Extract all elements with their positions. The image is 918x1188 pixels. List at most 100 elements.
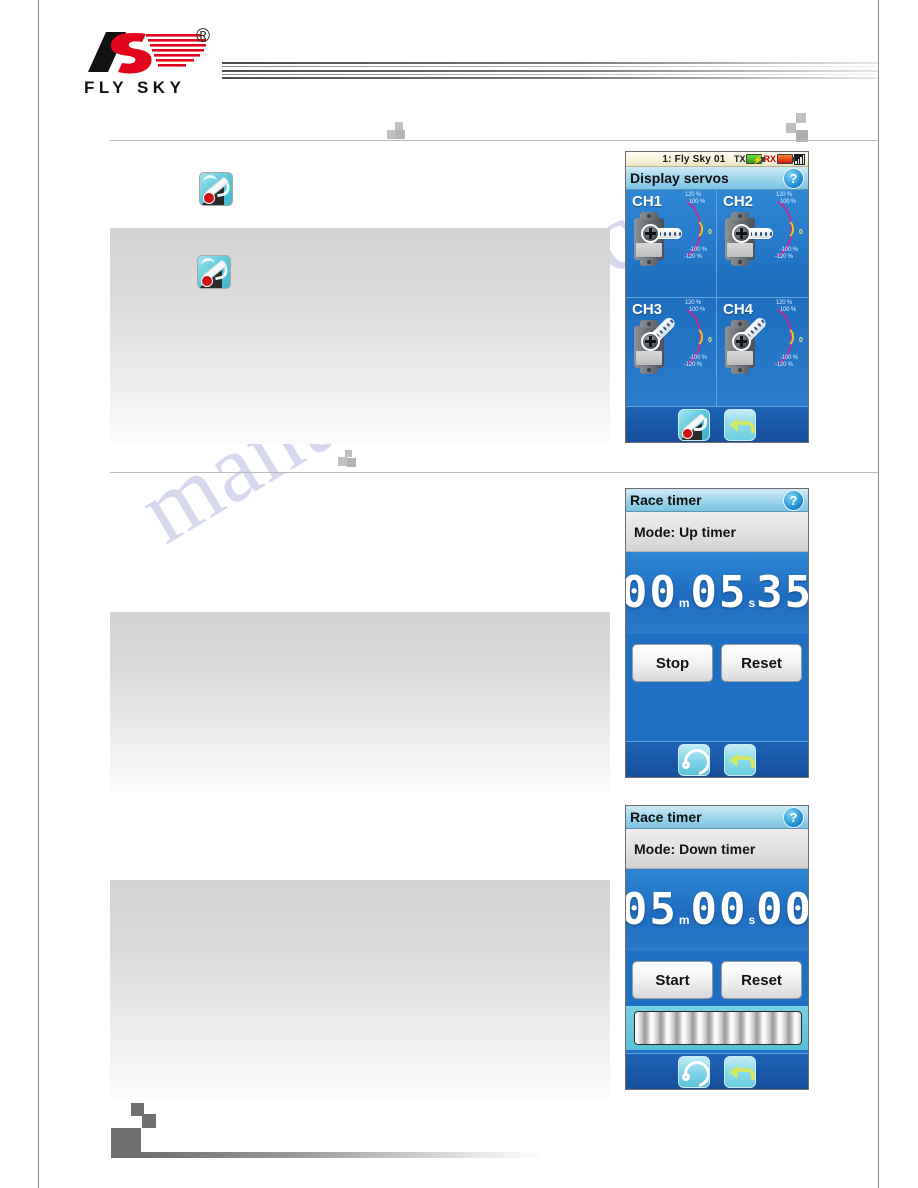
servo-hub (641, 224, 660, 243)
footer-rule (141, 1152, 541, 1158)
deco-square (396, 130, 405, 139)
screen-toolbar (626, 406, 808, 442)
timer-readout: 00 m 05 s 35 (626, 552, 808, 634)
timer-second-unit: s (748, 913, 756, 927)
scale-label-top-lo: 100 % (780, 199, 797, 205)
timer-minutes: 00 (625, 567, 678, 618)
scale-label-top-hi: 120 % (776, 192, 793, 198)
scale-label-top-lo: 100 % (780, 307, 797, 313)
reset-icon-button[interactable] (678, 1055, 710, 1088)
timer-minute-unit: m (678, 596, 690, 610)
timer-reset-button[interactable]: Reset (721, 961, 802, 999)
scale-label-zero: 0 (708, 229, 712, 236)
timer-readout: 05 m 00 s 00 (626, 869, 808, 951)
timer-start-stop-button[interactable]: Start (632, 961, 713, 999)
tx-label: TX (733, 154, 746, 164)
timer-hundredths: 00 (756, 884, 809, 935)
display-servos-icon (199, 172, 233, 206)
timer-minute-unit: m (678, 913, 690, 927)
lcd-race-timer-up: Race timer ? Mode: Up timer 00 m 05 s 35… (625, 488, 809, 778)
screen-toolbar (626, 741, 808, 777)
screen-title-bar: Display servos ? (626, 167, 808, 190)
deco-square-footer (111, 1128, 141, 1158)
servo-hub (732, 224, 751, 243)
back-button[interactable] (724, 743, 756, 776)
header-rule-5 (222, 77, 878, 79)
section-divider-mid (110, 472, 878, 473)
timer-button-row: Stop Reset (626, 644, 808, 682)
scroll-wheel[interactable] (634, 1011, 802, 1045)
flysky-logo-text: FLY SKY (84, 78, 186, 97)
deco-square (347, 458, 356, 467)
page-title: Display servos (630, 170, 729, 186)
scale-label-bot-lo: -100 % (780, 247, 798, 253)
lcd-race-timer-down: Race timer ? Mode: Down timer 05 m 00 s … (625, 805, 809, 1090)
tx-battery-icon: ⚡ (746, 154, 765, 165)
scale-label-bot-hi: -120 % (684, 362, 702, 368)
scale-label-bot-lo: -100 % (689, 355, 707, 361)
screen-title-bar: Race timer ? (626, 806, 808, 829)
scale-label-top-hi: 120 % (685, 192, 702, 198)
back-button[interactable] (724, 408, 756, 441)
scale-label-top-hi: 120 % (685, 300, 702, 306)
timer-start-stop-button[interactable]: Stop (632, 644, 713, 682)
servo-grid: CH1 120 % 100 % 0 -100 % -120 % CH2 120 … (626, 190, 808, 406)
deco-square (786, 123, 796, 133)
screen-title-bar: Race timer ? (626, 489, 808, 512)
servo-reset-button[interactable] (678, 408, 710, 441)
deco-square (345, 450, 352, 457)
channel-label: CH4 (723, 301, 754, 318)
channel-label: CH1 (632, 193, 663, 210)
rx-label: RX (763, 154, 776, 164)
servo-hub (732, 332, 751, 351)
page-border-left (38, 0, 39, 1188)
channel-label: CH3 (632, 301, 663, 318)
scale-label-zero: 0 (799, 229, 803, 236)
servo-hub (641, 332, 660, 351)
scale-label-zero: 0 (799, 337, 803, 344)
scale-label-top-lo: 100 % (689, 199, 706, 205)
registered-mark: ® (196, 26, 210, 47)
timer-button-row: Start Reset (626, 961, 808, 999)
timer-mode-label: Mode: Down timer (634, 840, 756, 857)
scale-label-bot-hi: -120 % (775, 362, 793, 368)
scale-label-bot-lo: -100 % (780, 355, 798, 361)
help-icon[interactable]: ? (783, 806, 804, 828)
scale-label-bot-hi: -120 % (684, 254, 702, 260)
deco-square (338, 457, 347, 466)
deco-square (395, 122, 403, 130)
page-title: Race timer (630, 809, 702, 825)
header-rule-1 (222, 62, 878, 64)
lcd-display-servos: 1: Fly Sky 01 TX ⚡ RX Display servos ? C… (625, 151, 809, 443)
header-rule-3 (222, 70, 878, 72)
help-icon[interactable]: ? (783, 489, 804, 511)
content-block-lower (110, 880, 610, 1098)
content-block-middle (110, 612, 610, 792)
reset-icon-button[interactable] (678, 743, 710, 776)
signal-bars-icon (794, 153, 805, 165)
scale-label-zero: 0 (708, 337, 712, 344)
timer-mode-row[interactable]: Mode: Up timer (626, 512, 808, 552)
deco-square-footer (142, 1114, 156, 1128)
model-name: 1: Fly Sky 01 (662, 153, 726, 165)
timer-second-unit: s (748, 596, 756, 610)
servo-channel-4: CH4 120 % 100 % 0 -100 % -120 % (717, 298, 808, 406)
help-icon[interactable]: ? (783, 167, 804, 189)
timer-reset-button[interactable]: Reset (721, 644, 802, 682)
scale-label-top-hi: 120 % (776, 300, 793, 306)
page-title: Race timer (630, 492, 702, 508)
rx-battery-icon (777, 154, 795, 164)
telemetry-indicators: TX ⚡ RX (733, 153, 808, 165)
timer-minutes: 05 (625, 884, 678, 935)
display-servos-icon-inline (197, 255, 231, 289)
timer-hundredths: 35 (756, 567, 809, 618)
servo-channel-1: CH1 120 % 100 % 0 -100 % -120 % (626, 190, 717, 298)
header-rule-2 (222, 66, 878, 67)
servo-channel-2: CH2 120 % 100 % 0 -100 % -120 % (717, 190, 808, 298)
deco-square (387, 130, 396, 139)
header-rule-group (222, 62, 878, 84)
timer-mode-row[interactable]: Mode: Down timer (626, 829, 808, 869)
back-button[interactable] (724, 1055, 756, 1088)
servo-channel-3: CH3 120 % 100 % 0 -100 % -120 % (626, 298, 717, 406)
page-border-right (878, 0, 879, 1188)
